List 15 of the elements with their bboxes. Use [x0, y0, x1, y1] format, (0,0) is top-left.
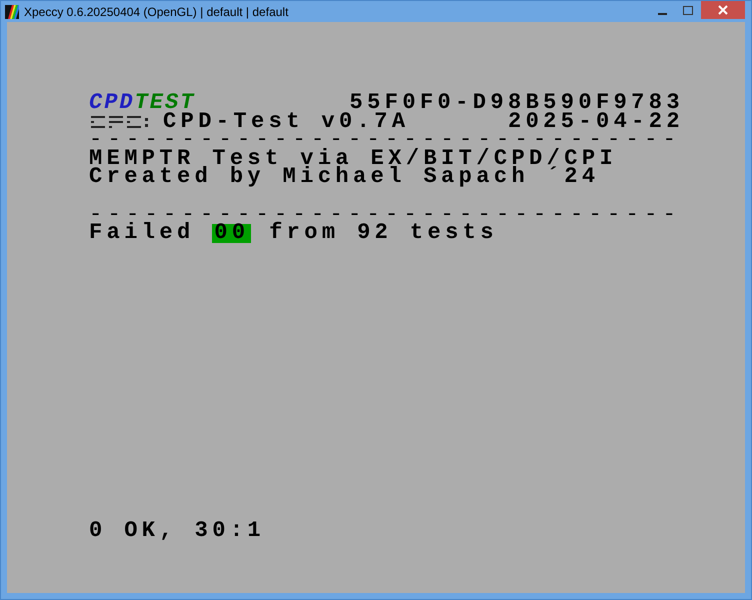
- logo: CPDTEST: [89, 94, 196, 113]
- close-icon: [718, 5, 728, 15]
- info-line: Created by Michael Sapach ´24: [89, 168, 600, 187]
- serial-number: 55F0F0-D98B590F9783: [350, 94, 684, 113]
- date-text: 2025-04-22: [508, 112, 684, 132]
- failed-count: 00: [212, 224, 252, 243]
- result-label: from 92 tests: [268, 224, 498, 243]
- app-icon: [5, 4, 19, 18]
- result-label: Failed: [89, 224, 196, 243]
- window-title: Xpeccy 0.6.20250404 (OpenGL) | default | default: [24, 4, 290, 18]
- status-line: 0 OK, 30:1: [89, 522, 266, 540]
- maximize-icon: [683, 6, 693, 14]
- minimize-icon: [658, 12, 666, 14]
- close-button[interactable]: [701, 1, 745, 19]
- version-text: CPD-Test v0.7A: [163, 112, 410, 132]
